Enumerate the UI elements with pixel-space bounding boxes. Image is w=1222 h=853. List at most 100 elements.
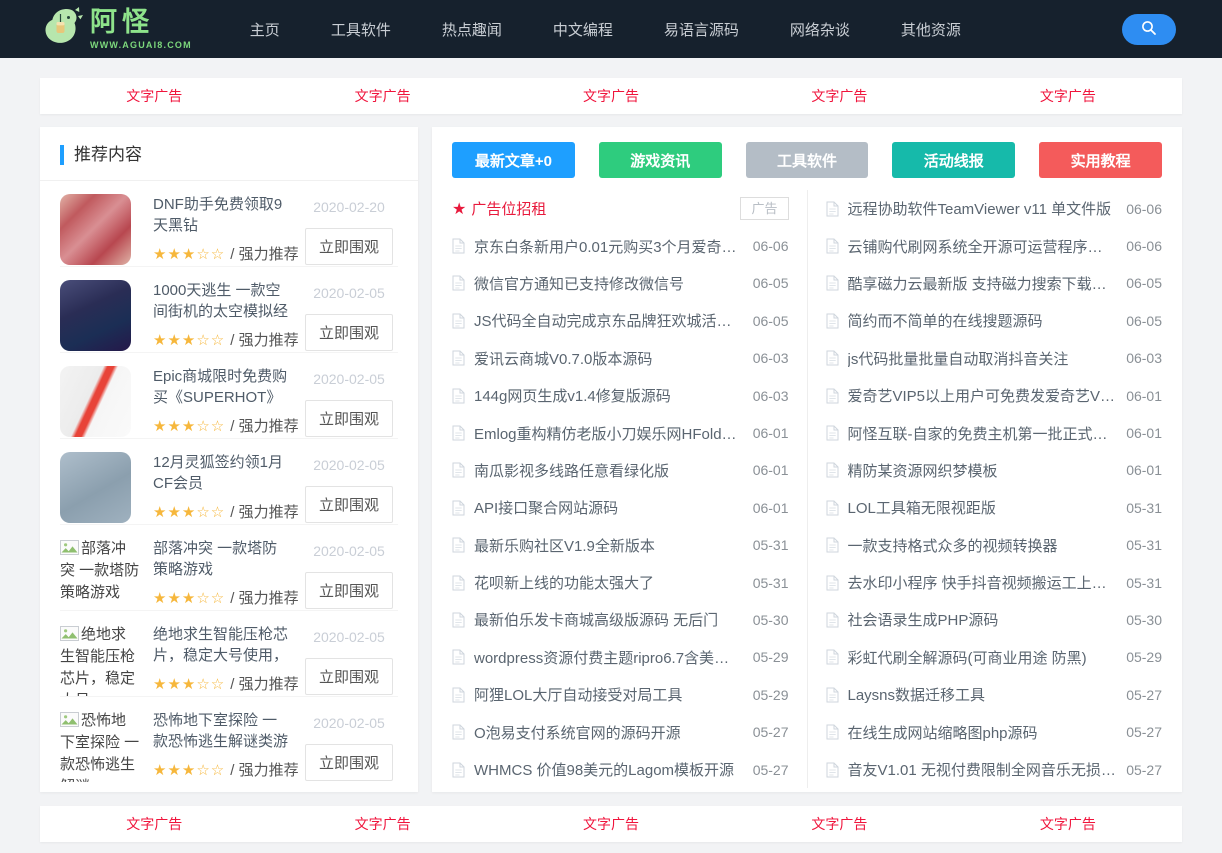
card-body: 1000天逃生 一款空间街机的太空模拟经营游戏 ★★★☆☆/ 强力推荐 [153, 280, 300, 352]
article-title-link[interactable]: 一款支持格式众多的视频转换器 [848, 535, 1127, 556]
article-title-link[interactable]: 144g网页生成v1.4修复版源码 [474, 385, 753, 406]
card-title-link[interactable]: 恐怖地下室探险 一款恐怖逃生解谜类游戏 [153, 710, 292, 752]
card-thumbnail[interactable]: 绝地求生智能压枪芯片，稳定大号 [60, 624, 140, 696]
article-title-link[interactable]: 最新乐购社区V1.9全新版本 [474, 535, 753, 556]
card-thumbnail[interactable]: 部落冲突 一款塔防策略游戏 [60, 538, 140, 610]
view-now-button[interactable]: 立即围观 [305, 744, 393, 781]
article-title-link[interactable]: 阿狸LOL大厅自动接受对局工具 [474, 684, 753, 705]
site-logo[interactable]: 阿怪 WWW.AGUAI8.COM [38, 5, 192, 54]
view-now-button[interactable]: 立即围观 [305, 572, 393, 609]
text-ad-link[interactable]: 文字广告 [497, 814, 725, 834]
article-title-link[interactable]: 简约而不简单的在线搜题源码 [848, 310, 1127, 331]
document-icon [826, 500, 839, 516]
nav-item[interactable]: 易语言源码 [664, 19, 739, 40]
card-title-link[interactable]: 部落冲突 一款塔防策略游戏 [153, 538, 292, 580]
article-row: 阿狸LOL大厅自动接受对局工具 05-29 [452, 676, 789, 713]
category-button[interactable]: 游戏资讯 [599, 142, 722, 178]
article-title-link[interactable]: 爱奇艺VIP5以上用户可免费发爱奇艺VIP红包 [848, 385, 1127, 406]
nav-item[interactable]: 工具软件 [331, 19, 391, 40]
article-row: 远程协助软件TeamViewer v11 单文件版 06-06 [826, 190, 1163, 227]
article-title-link[interactable]: 彩虹代刷全解源码(可商业用途 防黑) [848, 647, 1127, 668]
nav-item[interactable]: 中文编程 [553, 19, 613, 40]
broken-image-placeholder: 部落冲突 一款塔防策略游戏 [60, 538, 140, 604]
card-meta: 2020-02-05 立即围观 [300, 710, 398, 783]
article-row: wordpress资源付费主题ripro6.7含美化包... 05-29 [452, 639, 789, 676]
card-title-link[interactable]: Epic商城限时免费购买《SUPERHOT》游戏 [153, 366, 292, 408]
article-title-link[interactable]: 去水印小程序 快手抖音视频搬运工上热门... [848, 572, 1127, 593]
article-title-link[interactable]: API接口聚合网站源码 [474, 497, 753, 518]
article-title-link[interactable]: 音友V1.01 无视付费限制全网音乐无损免费... [848, 759, 1127, 780]
article-title-link[interactable]: 爱讯云商城V0.7.0版本源码 [474, 348, 753, 369]
article-title-link[interactable]: WHMCS 价值98美元的Lagom模板开源 [474, 759, 753, 780]
view-now-button[interactable]: 立即围观 [305, 314, 393, 351]
rating-label: / 强力推荐 [230, 762, 298, 779]
nav-item[interactable]: 主页 [250, 19, 280, 40]
search-button[interactable] [1122, 14, 1176, 45]
text-ad-link[interactable]: 文字广告 [954, 814, 1182, 834]
card-title-link[interactable]: DNF助手免费领取9天黑钻 [153, 194, 292, 236]
article-date: 06-03 [753, 388, 789, 404]
article-title-link[interactable]: 精防某资源网织梦模板 [848, 460, 1127, 481]
article-title-link[interactable]: 远程协助软件TeamViewer v11 单文件版 [848, 198, 1127, 219]
text-ad-link[interactable]: 文字广告 [725, 86, 953, 106]
text-ad-link[interactable]: 文字广告 [40, 86, 268, 106]
article-title-link[interactable]: LOL工具箱无限视距版 [848, 497, 1127, 518]
view-now-button[interactable]: 立即围观 [305, 486, 393, 523]
article-date: 06-01 [1126, 425, 1162, 441]
ad-slot-link[interactable]: 广告位招租 [471, 198, 740, 219]
stars-empty-icon: ☆☆ [196, 590, 225, 607]
article-title-link[interactable]: js代码批量批量自动取消抖音关注 [848, 348, 1127, 369]
article-title-link[interactable]: 南瓜影视多线路任意看绿化版 [474, 460, 753, 481]
nav-item[interactable]: 热点趣闻 [442, 19, 502, 40]
search-icon [1141, 20, 1157, 39]
article-title-link[interactable]: 微信官方通知已支持修改微信号 [474, 273, 753, 294]
view-now-button[interactable]: 立即围观 [305, 228, 393, 265]
category-button[interactable]: 最新文章+0 [452, 142, 575, 178]
text-ad-link[interactable]: 文字广告 [268, 86, 496, 106]
text-ad-link[interactable]: 文字广告 [40, 814, 268, 834]
article-title-link[interactable]: wordpress资源付费主题ripro6.7含美化包... [474, 647, 753, 668]
text-ad-link[interactable]: 文字广告 [497, 86, 725, 106]
text-ad-link[interactable]: 文字广告 [954, 86, 1182, 106]
document-icon [452, 238, 465, 254]
view-now-button[interactable]: 立即围观 [305, 400, 393, 437]
view-now-button[interactable]: 立即围观 [305, 658, 393, 695]
document-icon [452, 462, 465, 478]
article-title-link[interactable]: Emlog重构精仿老版小刀娱乐网HFoldao模... [474, 423, 753, 444]
article-title-link[interactable]: 酷享磁力云最新版 支持磁力搜索下载和一... [848, 273, 1127, 294]
text-ad-link[interactable]: 文字广告 [725, 814, 953, 834]
category-button[interactable]: 工具软件 [746, 142, 869, 178]
card-rating: ★★★☆☆/ 强力推荐 [153, 243, 292, 264]
nav-item[interactable]: 其他资源 [901, 19, 961, 40]
recommended-card: 绝地求生智能压枪芯片，稳定大号 绝地求生智能压枪芯片，稳定大号使用，永久免费 ★… [60, 611, 398, 697]
article-date: 05-27 [1126, 687, 1162, 703]
card-meta: 2020-02-05 立即围观 [300, 366, 398, 438]
card-title-link[interactable]: 1000天逃生 一款空间街机的太空模拟经营游戏 [153, 280, 292, 322]
article-title-link[interactable]: JS代码全自动完成京东品牌狂欢城活动任务 [474, 310, 753, 331]
stars-empty-icon: ☆☆ [196, 762, 225, 779]
card-title-link[interactable]: 绝地求生智能压枪芯片，稳定大号使用，永久免费 [153, 624, 292, 666]
card-thumbnail[interactable] [60, 366, 140, 438]
category-button[interactable]: 活动线报 [892, 142, 1015, 178]
card-thumbnail[interactable] [60, 452, 140, 524]
category-button[interactable]: 实用教程 [1039, 142, 1162, 178]
card-thumbnail[interactable]: 恐怖地下室探险 一款恐怖逃生解谜 [60, 710, 140, 782]
article-title-link[interactable]: 社会语录生成PHP源码 [848, 609, 1127, 630]
article-row: 去水印小程序 快手抖音视频搬运工上热门... 05-31 [826, 564, 1163, 601]
article-title-link[interactable]: 京东白条新用户0.01元购买3个月爱奇艺黄... [474, 236, 753, 257]
card-thumbnail[interactable] [60, 194, 140, 266]
text-ad-link[interactable]: 文字广告 [268, 814, 496, 834]
article-title-link[interactable]: 最新伯乐发卡商城高级版源码 无后门 [474, 609, 753, 630]
article-title-link[interactable]: 阿怪互联-自家的免费主机第一批正式开启 [848, 423, 1127, 444]
article-title-link[interactable]: 在线生成网站缩略图php源码 [848, 722, 1127, 743]
nav-item[interactable]: 网络杂谈 [790, 19, 850, 40]
article-title-link[interactable]: 云铺购代刷网系统全开源可运营程序搭建 [848, 236, 1127, 257]
card-rating: ★★★☆☆/ 强力推荐 [153, 329, 292, 350]
article-title-link[interactable]: O泡易支付系统官网的源码开源 [474, 722, 753, 743]
stars-filled-icon: ★★★ [153, 504, 196, 521]
card-thumbnail[interactable] [60, 280, 140, 352]
card-body: 恐怖地下室探险 一款恐怖逃生解谜类游戏 ★★★☆☆/ 强力推荐 [153, 710, 300, 783]
article-title-link[interactable]: 花呗新上线的功能太强大了 [474, 572, 753, 593]
article-title-link[interactable]: Laysns数据迁移工具 [848, 684, 1127, 705]
card-title-link[interactable]: 12月灵狐签约领1月CF会员 [153, 452, 292, 494]
